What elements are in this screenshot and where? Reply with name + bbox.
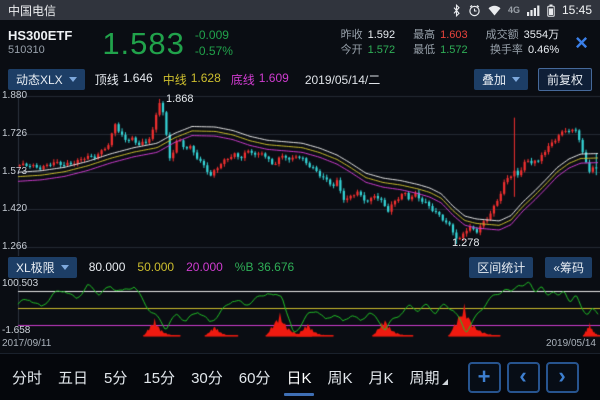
chevron-down-icon <box>61 265 69 270</box>
tab-15min[interactable]: 15分 <box>143 354 175 400</box>
band-bottom-value: 底线1.609 <box>231 71 289 88</box>
level-50-label: 50.000 <box>137 260 174 274</box>
main-candlestick-canvas[interactable] <box>0 90 600 256</box>
alarm-clock-icon <box>468 4 481 17</box>
stat-turnover-rate: 换手率0.46% <box>486 45 559 56</box>
wifi-icon <box>488 5 501 16</box>
next-page-button[interactable]: › <box>546 362 579 393</box>
quote-header: HS300ETF 510310 1.583 -0.009 -0.57% 昨收1.… <box>0 20 600 66</box>
security-name-block: HS300ETF 510310 <box>8 29 72 57</box>
security-code: 510310 <box>8 44 72 57</box>
stat-open: 今开1.572 <box>341 45 396 56</box>
carrier-label: 中国电信 <box>8 2 56 19</box>
band-mid-value: 中线1.628 <box>163 71 221 88</box>
low-price-annotation: 1.278 <box>452 237 480 249</box>
chart-start-date: 2017/09/11 <box>2 338 51 349</box>
chevron-down-icon <box>69 77 77 82</box>
tab-weekly-k[interactable]: 周K <box>327 354 352 400</box>
tab-daily-k[interactable]: 日K <box>286 354 311 400</box>
main-chart-toolbar: 动态XLX 顶线1.646 中线1.628 底线1.609 2019/05/14… <box>0 66 600 92</box>
candlestick-chart: 1.880 1.726 1.573 1.420 1.266 1.868 1.27… <box>0 90 600 256</box>
band-top-value: 顶线1.646 <box>95 71 153 88</box>
forward-adjust-button[interactable]: 前复权 <box>538 68 592 91</box>
indicator-selector-button[interactable]: 动态XLX <box>8 69 85 90</box>
corner-triangle-icon <box>442 379 448 385</box>
sub-chart-toolbar: XL极限 80.000 50.000 20.000 %B36.676 区间统计 … <box>0 256 600 278</box>
signal-strength-icon <box>527 5 540 16</box>
period-tab-bar: 分时 五日 5分 15分 30分 60分 日K 周K 月K 周期 + ‹ › <box>0 353 600 400</box>
level-20-label: 20.000 <box>186 260 223 274</box>
last-price: 1.583 <box>102 28 185 59</box>
range-stats-button[interactable]: 区间统计 <box>469 257 533 278</box>
stat-turnover: 成交额3554万 <box>486 30 559 41</box>
tab-5min[interactable]: 5分 <box>104 354 127 400</box>
y-axis-label: 1.880 <box>2 90 27 102</box>
oscillator-max-label: 100.503 <box>2 278 38 289</box>
prev-page-button[interactable]: ‹ <box>507 362 540 393</box>
y-axis-label: 1.573 <box>2 166 27 178</box>
tab-60min[interactable]: 60分 <box>239 354 271 400</box>
close-icon[interactable]: × <box>575 32 588 54</box>
tab-5day[interactable]: 五日 <box>58 354 88 400</box>
quote-stats: 昨收1.592 最高1.603 成交额3554万 今开1.572 最低1.572… <box>341 30 560 56</box>
clock-time: 15:45 <box>562 3 592 17</box>
price-change: -0.009 <box>195 27 233 43</box>
chevron-right-icon: › <box>558 365 565 390</box>
battery-icon <box>547 4 555 17</box>
price-change-percent: -0.57% <box>195 43 233 59</box>
high-price-annotation: 1.868 <box>166 93 194 105</box>
oscillator-canvas[interactable] <box>0 278 600 353</box>
stat-low: 最低1.572 <box>413 45 468 56</box>
overlay-button[interactable]: 叠加 <box>474 69 528 90</box>
y-axis-label: 1.266 <box>2 241 27 253</box>
network-type-label: 4G <box>508 5 520 15</box>
chip-distribution-button[interactable]: «筹码 <box>545 257 592 278</box>
tab-30min[interactable]: 30分 <box>191 354 223 400</box>
tab-period-more[interactable]: 周期 <box>409 354 447 400</box>
security-name: HS300ETF <box>8 29 72 44</box>
cursor-date: 2019/05/14/二 <box>305 71 380 88</box>
stat-high: 最高1.603 <box>413 30 468 41</box>
stock-app-screen: 中国电信 4G 15:45 HS300ETF 510310 1.583 -0.0… <box>0 0 600 400</box>
oscillator-min-label: -1.658 <box>2 325 30 336</box>
chart-end-date: 2019/05/14 <box>546 338 596 349</box>
price-change-block: -0.009 -0.57% <box>195 27 233 59</box>
bluetooth-icon <box>452 4 461 17</box>
y-axis-label: 1.726 <box>2 128 27 140</box>
status-bar: 中国电信 4G 15:45 <box>0 0 600 20</box>
percent-b-value: %B36.676 <box>235 260 294 274</box>
sub-indicator-selector-button[interactable]: XL极限 <box>8 257 77 278</box>
chevron-down-icon <box>512 77 520 82</box>
tab-monthly-k[interactable]: 月K <box>368 354 393 400</box>
tab-minute[interactable]: 分时 <box>12 354 42 400</box>
stat-prev-close: 昨收1.592 <box>341 30 396 41</box>
chevron-left-icon: ‹ <box>519 365 526 390</box>
add-indicator-button[interactable]: + <box>468 362 501 393</box>
y-axis-label: 1.420 <box>2 203 27 215</box>
oscillator-chart: 100.503 -1.658 2017/09/11 2019/05/14 <box>0 278 600 353</box>
level-80-label: 80.000 <box>89 260 126 274</box>
